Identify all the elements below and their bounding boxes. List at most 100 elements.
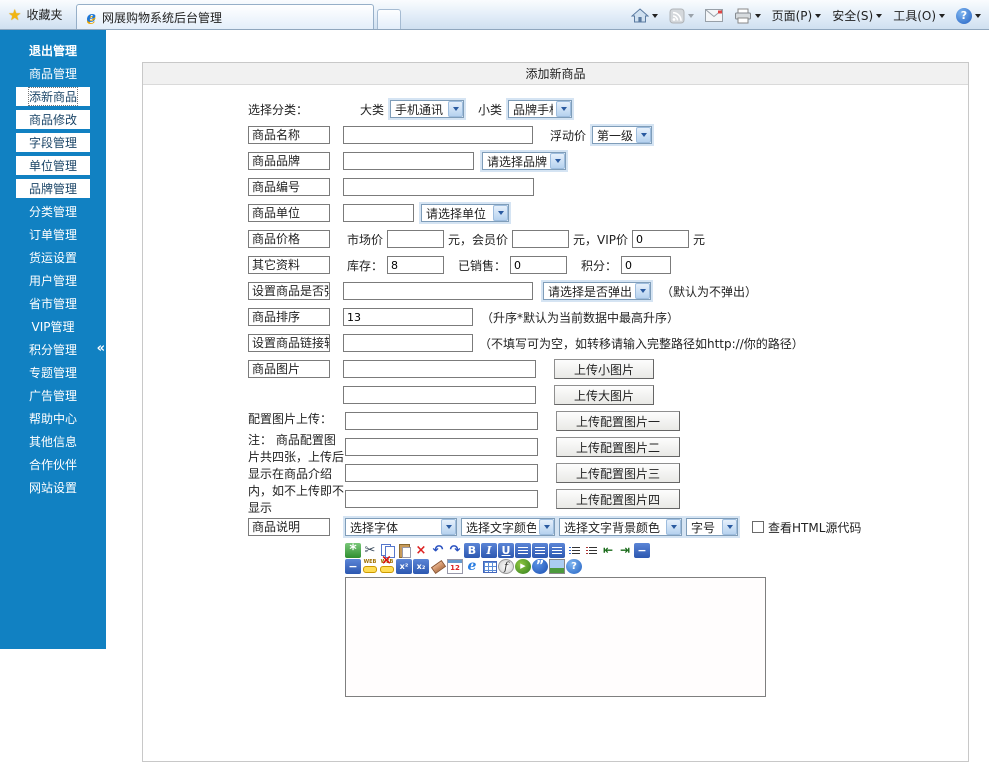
new-icon[interactable]: * — [345, 543, 361, 558]
sidebar-item-other-info[interactable]: 其他信息 — [0, 430, 106, 453]
member-price-input[interactable] — [512, 230, 569, 248]
small-category-select[interactable]: 品牌手机 — [508, 100, 572, 118]
code-input[interactable] — [343, 178, 534, 196]
font-select[interactable]: 选择字体 — [345, 518, 457, 536]
sidebar-item-add-product[interactable]: 添新商品 — [0, 85, 106, 108]
outdent-icon[interactable]: ⇤ — [600, 543, 616, 558]
market-price-input[interactable] — [387, 230, 444, 248]
editor-help-icon[interactable]: ? — [566, 559, 582, 574]
popup-input[interactable] — [343, 282, 533, 300]
upload-big-image-button[interactable]: 上传大图片 — [554, 385, 654, 405]
sort-input[interactable] — [343, 308, 473, 326]
config-image-input-1[interactable] — [345, 412, 538, 430]
sidebar-item-site-settings[interactable]: 网站设置 — [0, 476, 106, 499]
sidebar-item-user-mgmt[interactable]: 用户管理 — [0, 269, 106, 292]
print-button[interactable] — [734, 8, 761, 24]
view-html-checkbox[interactable] — [752, 521, 764, 533]
undo-icon[interactable]: ↶ — [430, 543, 446, 558]
new-tab-button[interactable] — [377, 9, 401, 29]
media-icon[interactable]: ▶ — [515, 559, 531, 574]
font-size-select[interactable]: 字号 — [686, 518, 738, 536]
sidebar-item-brand-mgmt[interactable]: 品牌管理 — [0, 177, 106, 200]
indent-icon[interactable]: ⇥ — [617, 543, 633, 558]
sidebar-item-help-center[interactable]: 帮助中心 — [0, 407, 106, 430]
big-image-input[interactable] — [343, 386, 536, 404]
sidebar-item-order-mgmt[interactable]: 订单管理 — [0, 223, 106, 246]
upload-config-image-4-button[interactable]: 上传配置图片四 — [556, 489, 680, 509]
browser-tab[interactable]: e 网展购物系统后台管理 — [76, 4, 374, 29]
web-unlink-icon[interactable]: WEB — [379, 559, 395, 574]
help-button[interactable]: ? — [956, 8, 981, 24]
bold-icon[interactable]: B — [464, 543, 480, 558]
safety-menu[interactable]: 安全(S) — [832, 7, 882, 24]
align-center-icon[interactable] — [532, 543, 548, 558]
comment-icon[interactable]: ” — [532, 559, 548, 574]
sidebar-item-ad-mgmt[interactable]: 广告管理 — [0, 384, 106, 407]
table-icon[interactable] — [481, 559, 497, 574]
home-button[interactable] — [631, 8, 658, 24]
redo-icon[interactable]: ↷ — [447, 543, 463, 558]
underline-icon[interactable]: U — [498, 543, 514, 558]
sidebar-item-exit[interactable]: 退出管理 — [0, 39, 106, 62]
sidebar-item-province-mgmt[interactable]: 省市管理 — [0, 292, 106, 315]
delete-icon[interactable]: × — [413, 543, 429, 558]
insert-date-icon[interactable]: 12 — [447, 559, 463, 574]
link-input[interactable] — [343, 334, 473, 352]
paste-icon[interactable] — [396, 543, 412, 558]
upload-config-image-1-button[interactable]: 上传配置图片一 — [556, 411, 680, 431]
web-link-icon[interactable]: WEB — [362, 559, 378, 574]
small-image-input[interactable] — [343, 360, 536, 378]
description-editor-area[interactable] — [345, 577, 766, 697]
brand-input[interactable] — [343, 152, 474, 170]
sold-input[interactable] — [510, 256, 567, 274]
config-image-input-2[interactable] — [345, 438, 538, 456]
sidebar-item-points-mgmt[interactable]: 积分管理 — [0, 338, 106, 361]
vip-price-input[interactable] — [632, 230, 689, 248]
sidebar-item-unit-mgmt[interactable]: 单位管理 — [0, 154, 106, 177]
image-icon[interactable] — [549, 559, 565, 574]
stock-input[interactable] — [387, 256, 444, 274]
points-input[interactable] — [621, 256, 671, 274]
feeds-button[interactable] — [669, 8, 694, 24]
italic-icon[interactable]: I — [481, 543, 497, 558]
page-menu[interactable]: 页面(P) — [772, 7, 822, 24]
upload-small-image-button[interactable]: 上传小图片 — [554, 359, 654, 379]
sidebar-item-product-mgmt[interactable]: 商品管理 — [0, 62, 106, 85]
superscript-icon[interactable]: x² — [396, 559, 412, 574]
sidebar-item-vip-mgmt[interactable]: VIP管理 — [0, 315, 106, 338]
align-left-icon[interactable] — [515, 543, 531, 558]
sidebar-item-category-mgmt[interactable]: 分类管理 — [0, 200, 106, 223]
browser-icon[interactable]: e — [464, 559, 480, 574]
bullet-list-icon[interactable] — [566, 543, 582, 558]
sidebar-item-topic-mgmt[interactable]: 专题管理 — [0, 361, 106, 384]
subscript-icon[interactable]: x₂ — [413, 559, 429, 574]
sidebar-collapse-icon[interactable]: « — [97, 341, 105, 356]
split-line-icon[interactable]: − — [345, 559, 361, 574]
highlight-icon[interactable] — [430, 559, 446, 574]
flash-icon[interactable]: f — [498, 559, 514, 574]
cut-icon[interactable]: ✂ — [362, 543, 378, 558]
sidebar-item-shipping[interactable]: 货运设置 — [0, 246, 106, 269]
align-right-icon[interactable] — [549, 543, 565, 558]
upload-config-image-3-button[interactable]: 上传配置图片三 — [556, 463, 680, 483]
float-price-select[interactable]: 第一级 — [592, 126, 652, 144]
text-color-select[interactable]: 选择文字颜色 — [461, 518, 555, 536]
upload-config-image-2-button[interactable]: 上传配置图片二 — [556, 437, 680, 457]
unit-select[interactable]: 请选择单位 — [421, 204, 509, 222]
text-bg-color-select[interactable]: 选择文字背景颜色 — [559, 518, 682, 536]
sidebar-item-partners[interactable]: 合作伙伴 — [0, 453, 106, 476]
numbered-list-icon[interactable] — [583, 543, 599, 558]
sidebar-item-field-mgmt[interactable]: 字段管理 — [0, 131, 106, 154]
name-input[interactable] — [343, 126, 533, 144]
sidebar-item-edit-product[interactable]: 商品修改 — [0, 108, 106, 131]
big-category-select[interactable]: 手机通讯 — [390, 100, 464, 118]
tools-menu[interactable]: 工具(O) — [893, 7, 945, 24]
popup-select[interactable]: 请选择是否弹出 — [543, 282, 651, 300]
unit-input[interactable] — [343, 204, 414, 222]
mail-button[interactable] — [705, 9, 723, 22]
config-image-input-3[interactable] — [345, 464, 538, 482]
horizontal-rule-icon[interactable]: − — [634, 543, 650, 558]
favorites-button[interactable]: ★ 收藏夹 — [0, 6, 74, 29]
config-image-input-4[interactable] — [345, 490, 538, 508]
brand-select[interactable]: 请选择品牌 — [482, 152, 566, 170]
